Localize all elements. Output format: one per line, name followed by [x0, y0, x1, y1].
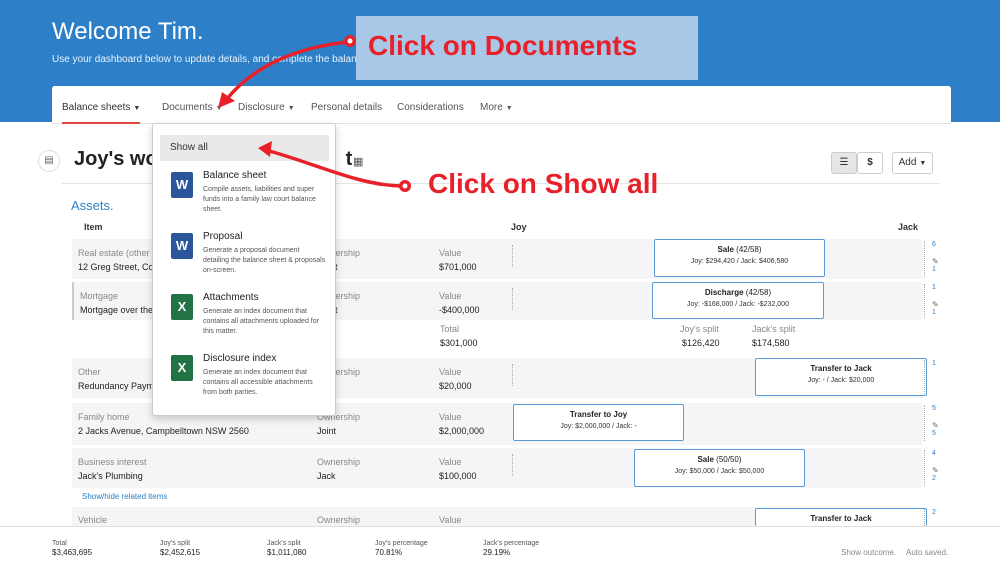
- tab-balance-sheets[interactable]: Balance sheets ▼: [62, 86, 140, 124]
- related-count[interactable]: 2: [924, 509, 944, 526]
- value-label: Value: [439, 412, 462, 422]
- word-icon: W: [171, 233, 193, 259]
- footer-jack-split: Jack's split $1,011,080: [267, 540, 307, 557]
- asset-name: 2 Jacks Avenue, Campbelltown NSW 2560: [78, 426, 249, 436]
- asset-value: $100,000: [439, 471, 477, 481]
- tab-disclosure[interactable]: Disclosure ▼: [238, 86, 295, 124]
- value-label: Value: [439, 248, 462, 258]
- total-label: Total: [440, 324, 460, 334]
- list-icon: ☰: [839, 157, 849, 168]
- dropdown-item-proposal[interactable]: W Proposal Generate a proposal document …: [171, 231, 331, 283]
- value-label: Value: [439, 291, 462, 301]
- chevron-down-icon: ▼: [505, 105, 513, 112]
- ownership-label: Ownership: [317, 457, 361, 467]
- related-count[interactable]: 1 ✎ 1: [924, 284, 944, 318]
- show-hide-related-link[interactable]: Show/hide related items: [82, 492, 167, 501]
- dropdown-show-all[interactable]: Show all: [160, 135, 329, 161]
- asset-ownership: Joint: [317, 426, 337, 436]
- footer-total: Total $3,463,695: [52, 540, 93, 557]
- dropdown-item-balance-sheet[interactable]: W Balance sheet Compile assets, liabilit…: [171, 170, 331, 222]
- asset-ownership: Jack: [317, 471, 336, 481]
- value-label: Value: [439, 457, 462, 467]
- transaction-box[interactable]: Sale (42/58) Joy: $294,420 / Jack: $406,…: [654, 239, 825, 277]
- excel-icon: X: [171, 355, 193, 381]
- asset-value: $2,000,000: [439, 426, 485, 436]
- chevron-down-icon: ▼: [919, 160, 927, 167]
- transaction-box[interactable]: Transfer to Jack: [755, 508, 927, 526]
- footer-jack-percentage: Jack's percentage 29.19%: [483, 540, 540, 557]
- related-count[interactable]: 5 ✎ 5: [924, 405, 944, 441]
- row-indicator: [72, 282, 74, 320]
- asset-category: Vehicle: [78, 515, 108, 525]
- joy-divider: [512, 288, 513, 310]
- footer-joy-split: Joy's split $2,452,615: [160, 540, 201, 557]
- jack-split-label: Jack's split: [752, 324, 796, 334]
- asset-value: $701,000: [439, 262, 477, 272]
- documents-dropdown: Show all W Balance sheet Compile assets,…: [152, 123, 336, 416]
- column-joy: Joy: [511, 222, 527, 232]
- assets-heading: Assets.: [71, 198, 114, 213]
- callout-click-documents: Click on Documents: [368, 30, 638, 61]
- paperclip-icon: ✎: [932, 257, 939, 266]
- footer-joy-percentage: Joy's percentage 70.81%: [375, 540, 428, 557]
- auto-saved-status: Auto saved.: [906, 548, 949, 557]
- dollar-view-button[interactable]: $: [857, 152, 883, 174]
- asset-category: Family home: [78, 412, 130, 422]
- dropdown-item-attachments[interactable]: X Attachments Generate an index document…: [171, 292, 331, 344]
- asset-category: Other: [78, 367, 101, 377]
- transaction-box[interactable]: Transfer to Jack Joy: - / Jack: $20,000: [755, 358, 927, 396]
- transaction-box[interactable]: Transfer to Joy Joy: $2,000,000 / Jack: …: [513, 404, 684, 441]
- asset-category: Business interest: [78, 457, 147, 467]
- asset-category: Mortgage: [80, 291, 119, 301]
- chevron-down-icon: ▼: [133, 105, 141, 112]
- column-item: Item: [84, 222, 103, 232]
- welcome-heading: Welcome Tim.: [52, 18, 204, 45]
- calculator-icon[interactable]: ▦: [353, 155, 363, 168]
- chevron-down-icon: ▼: [287, 105, 295, 112]
- transaction-box[interactable]: Discharge (42/58) Joy: -$168,000 / Jack:…: [652, 282, 824, 319]
- transaction-box[interactable]: Sale (50/50) Joy: $50,000 / Jack: $50,00…: [634, 449, 805, 487]
- ownership-label: Ownership: [317, 515, 361, 525]
- joy-divider: [512, 454, 513, 476]
- asset-value: -$400,000: [439, 305, 480, 315]
- callout-click-show-all: Click on Show all: [428, 168, 659, 199]
- list-view-button[interactable]: ☰: [831, 152, 857, 174]
- joy-divider: [512, 364, 513, 386]
- paperclip-icon: ✎: [932, 421, 939, 430]
- tab-documents[interactable]: Documents ▼: [162, 86, 223, 124]
- value-label: Value: [439, 367, 462, 377]
- jack-split-value: $174,580: [752, 338, 790, 348]
- related-count[interactable]: 6 ✎ 1: [924, 241, 944, 277]
- column-jack: Jack: [898, 222, 919, 232]
- asset-name: 12 Greg Street, Coo: [78, 262, 159, 272]
- total-value: $301,000: [440, 338, 478, 348]
- add-button[interactable]: Add ▼: [892, 152, 933, 174]
- excel-icon: X: [171, 294, 193, 320]
- asset-name: Redundancy Paym: [78, 381, 155, 391]
- asset-name: Jack's Plumbing: [78, 471, 143, 481]
- joy-split-label: Joy's split: [680, 324, 719, 334]
- paperclip-icon: ✎: [932, 466, 939, 475]
- asset-value: $20,000: [439, 381, 472, 391]
- value-label: Value: [439, 515, 462, 525]
- document-icon[interactable]: ▤: [38, 150, 60, 172]
- paperclip-icon: ✎: [932, 300, 939, 309]
- main-nav: Balance sheets ▼ Documents ▼ Disclosure ▼ P…: [52, 86, 951, 124]
- asset-name: Mortgage over the: [80, 305, 154, 315]
- show-outcome-link[interactable]: Show outcome.: [841, 548, 896, 557]
- tab-more[interactable]: More ▼: [480, 86, 513, 124]
- word-icon: W: [171, 172, 193, 198]
- tab-considerations[interactable]: Considerations: [397, 86, 464, 124]
- joy-split-value: $126,420: [682, 338, 720, 348]
- chevron-down-icon: ▼: [215, 105, 223, 112]
- joy-divider: [512, 245, 513, 267]
- dropdown-item-disclosure-index[interactable]: X Disclosure index Generate an index doc…: [171, 353, 331, 405]
- tab-personal-details[interactable]: Personal details: [311, 86, 382, 124]
- related-count[interactable]: 1: [924, 360, 944, 394]
- asset-category: Real estate (other: [78, 248, 150, 258]
- related-count[interactable]: 4 ✎ 2: [924, 450, 944, 486]
